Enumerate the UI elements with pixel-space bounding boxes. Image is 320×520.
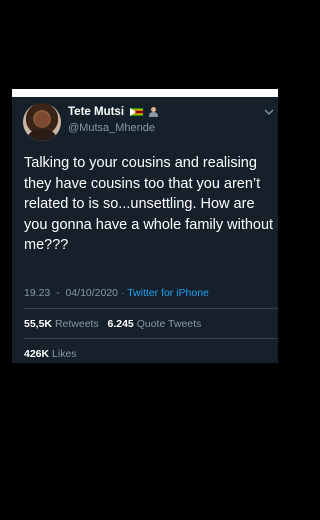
tweet-text: Talking to your cousins and realising th… bbox=[24, 155, 274, 253]
zimbabwe-flag-icon bbox=[130, 108, 144, 116]
person-at-laptop-icon bbox=[148, 107, 159, 117]
likes-count: 426K bbox=[24, 348, 50, 360]
retweets-stat[interactable]: 55,5K Retweets bbox=[24, 318, 99, 330]
likes-stat[interactable]: 426K Likes bbox=[24, 348, 77, 360]
meta-dot: · bbox=[120, 287, 125, 299]
tweet-time: 19.23 bbox=[24, 287, 51, 299]
tweet-meta: 19.23 - 04/10/2020 · Twitter for iPhone bbox=[24, 287, 209, 299]
chevron-down-icon[interactable] bbox=[264, 108, 274, 116]
quote-tweets-label: Quote Tweets bbox=[136, 318, 202, 330]
retweets-count: 55,5K bbox=[24, 318, 53, 330]
divider-1 bbox=[24, 308, 278, 309]
name-row[interactable]: Tete Mutsi bbox=[68, 106, 159, 118]
divider-2 bbox=[24, 338, 278, 339]
quote-tweets-stat[interactable]: 6.245 Quote Tweets bbox=[108, 318, 202, 330]
user-handle[interactable]: @Mutsa_Mhende bbox=[68, 122, 155, 134]
quote-tweets-count: 6.245 bbox=[107, 318, 134, 330]
top-white-bar bbox=[12, 89, 278, 97]
display-name[interactable]: Tete Mutsi bbox=[68, 106, 124, 118]
retweets-label: Retweets bbox=[54, 318, 99, 330]
tweet-date: 04/10/2020 bbox=[65, 287, 119, 299]
avatar-face bbox=[35, 112, 49, 128]
avatar-shirt bbox=[28, 129, 56, 141]
engagement-stats: 55,5K Retweets 6.245 Quote Tweets bbox=[24, 318, 201, 330]
avatar[interactable] bbox=[23, 103, 61, 141]
tweet-source-link[interactable]: Twitter for iPhone bbox=[127, 287, 209, 299]
likes-label: Likes bbox=[52, 348, 77, 360]
meta-separator: - bbox=[53, 287, 63, 299]
tweet-card: Tete Mutsi @Mutsa_Mhende Talking to your… bbox=[12, 97, 278, 363]
